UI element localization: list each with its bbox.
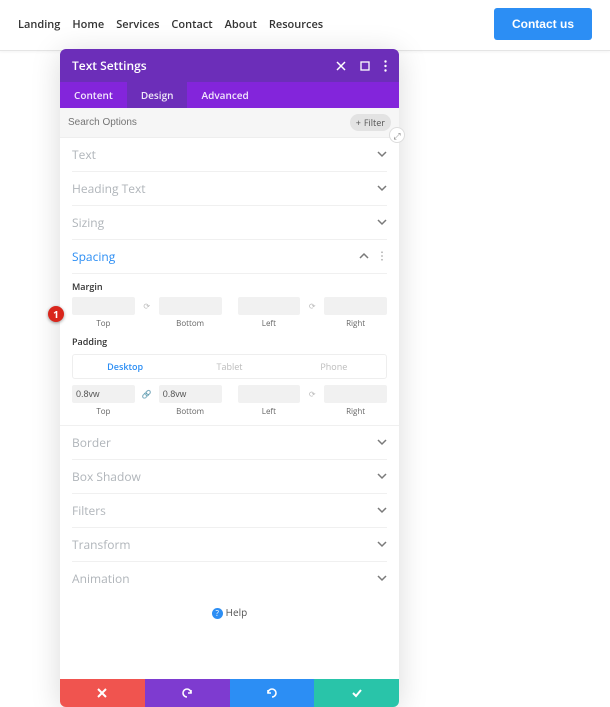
section-label: Heading Text (72, 180, 146, 197)
device-desktop[interactable]: Desktop (73, 355, 177, 378)
chevron-down-icon (377, 180, 387, 197)
padding-bottom-input[interactable] (159, 385, 222, 403)
tab-content[interactable]: Content (60, 82, 127, 108)
section-label: Text (72, 146, 96, 163)
nav-home[interactable]: Home (72, 17, 104, 32)
collapse-icon[interactable]: ⤢ (389, 127, 405, 143)
input-caption: Left (262, 318, 276, 329)
chevron-down-icon (377, 146, 387, 163)
more-icon[interactable] (384, 60, 387, 72)
search-input[interactable] (68, 117, 350, 128)
section-label: Transform (72, 536, 131, 553)
link-icon[interactable]: ⟳ (306, 297, 318, 315)
input-caption: Top (96, 406, 110, 417)
plus-icon: + (356, 116, 361, 129)
input-caption: Left (262, 406, 276, 417)
margin-left-input[interactable] (238, 297, 301, 315)
help-label: Help (226, 605, 248, 619)
padding-right-input[interactable] (324, 385, 387, 403)
padding-label: Padding (72, 335, 387, 348)
nav-landing[interactable]: Landing (18, 17, 60, 32)
chevron-down-icon (377, 214, 387, 231)
chevron-down-icon (377, 468, 387, 485)
margin-inputs: Top ⟳ Bottom Left ⟳ (72, 297, 387, 329)
section-more-icon[interactable] (377, 248, 387, 265)
margin-bottom-input[interactable] (159, 297, 222, 315)
undo-button[interactable] (145, 679, 230, 707)
section-border[interactable]: Border (72, 426, 387, 460)
padding-top-input[interactable] (72, 385, 135, 403)
link-icon[interactable]: ⟳ (141, 297, 153, 315)
nav-contact[interactable]: Contact (171, 17, 212, 32)
site-header: Landing Home Services Contact About Reso… (0, 0, 610, 51)
input-caption: Bottom (176, 406, 204, 417)
settings-tabs: Content Design Advanced (60, 82, 399, 108)
chevron-down-icon (377, 536, 387, 553)
section-label: Spacing (72, 248, 115, 265)
section-label: Animation (72, 570, 130, 587)
save-button[interactable] (314, 679, 399, 707)
nav-about[interactable]: About (225, 17, 257, 32)
section-label: Filters (72, 502, 106, 519)
input-caption: Bottom (176, 318, 204, 329)
tab-advanced[interactable]: Advanced (187, 82, 262, 108)
design-sections-lower: Border Box Shadow Filters Transform Anim… (60, 426, 399, 595)
padding-inputs: Top 🔗 Bottom Left ⟳ (72, 385, 387, 417)
chevron-up-icon (359, 248, 369, 265)
padding-left-input[interactable] (238, 385, 301, 403)
section-animation[interactable]: Animation (72, 562, 387, 595)
redo-button[interactable] (230, 679, 315, 707)
device-tablet[interactable]: Tablet (177, 355, 281, 378)
section-heading-text[interactable]: Heading Text (72, 172, 387, 206)
section-box-shadow[interactable]: Box Shadow (72, 460, 387, 494)
close-icon[interactable] (336, 61, 346, 71)
section-label: Sizing (72, 214, 104, 231)
margin-right-input[interactable] (324, 297, 387, 315)
section-label: Box Shadow (72, 468, 141, 485)
section-sizing[interactable]: Sizing (72, 206, 387, 240)
help-icon: ? (212, 608, 223, 619)
link-icon[interactable]: ⟳ (306, 385, 318, 403)
device-tabs: Desktop Tablet Phone (72, 354, 387, 379)
section-text[interactable]: Text (72, 138, 387, 172)
contact-us-button[interactable]: Contact us (494, 8, 592, 40)
filter-label: Filter (364, 116, 385, 129)
margin-label: Margin (72, 280, 387, 293)
help-link[interactable]: ?Help (60, 595, 399, 679)
modal-footer (60, 679, 399, 707)
spacing-panel: Margin Top ⟳ Bottom (60, 280, 399, 426)
callout-badge: 1 (48, 306, 64, 322)
modal-title: Text Settings (72, 57, 147, 74)
chevron-down-icon (377, 502, 387, 519)
nav-services[interactable]: Services (116, 17, 159, 32)
tab-design[interactable]: Design (127, 82, 188, 108)
section-label: Border (72, 434, 111, 451)
filter-button[interactable]: + Filter (350, 114, 391, 131)
modal-header-actions (336, 60, 387, 72)
nav-resources[interactable]: Resources (269, 17, 323, 32)
device-phone[interactable]: Phone (282, 355, 386, 378)
input-caption: Top (96, 318, 110, 329)
main-nav: Landing Home Services Contact About Reso… (18, 17, 323, 32)
section-filters[interactable]: Filters (72, 494, 387, 528)
section-spacing[interactable]: Spacing (72, 240, 387, 274)
expand-icon[interactable] (360, 61, 370, 71)
section-transform[interactable]: Transform (72, 528, 387, 562)
modal-header[interactable]: Text Settings (60, 49, 399, 82)
margin-top-input[interactable] (72, 297, 135, 315)
search-row: + Filter (60, 108, 399, 138)
chevron-down-icon (377, 570, 387, 587)
cancel-button[interactable] (60, 679, 145, 707)
chevron-down-icon (377, 434, 387, 451)
design-sections: Text Heading Text Sizing Spacing (60, 138, 399, 274)
link-icon[interactable]: 🔗 (141, 385, 153, 403)
text-settings-modal: Text Settings Content Design Advanced + … (60, 49, 399, 707)
input-caption: Right (346, 318, 365, 329)
input-caption: Right (346, 406, 365, 417)
